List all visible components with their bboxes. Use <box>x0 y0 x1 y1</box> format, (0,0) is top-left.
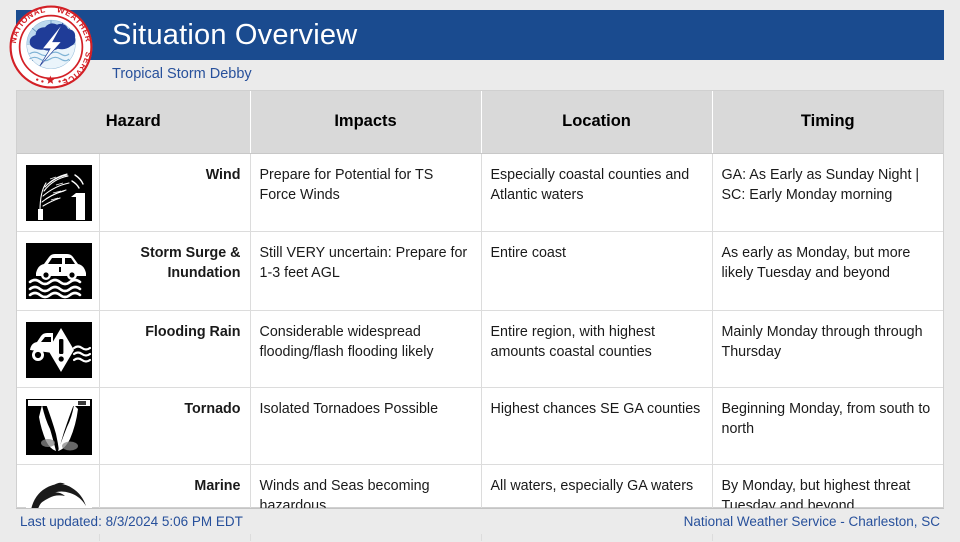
impacts-cell: Considerable widespread flooding/flash f… <box>250 310 482 388</box>
table-row: Storm Surge & Inundation Still VERY unce… <box>17 231 943 311</box>
wind-blown-tree-icon <box>26 164 92 221</box>
hazard-icon-cell <box>17 231 100 311</box>
hazard-label: Flooding Rain <box>99 310 251 388</box>
hazard-icon-cell <box>17 310 100 388</box>
timing-cell: GA: As Early as Sunday Night | SC: Early… <box>712 153 943 232</box>
hazard-icon-cell <box>17 153 100 232</box>
impacts-cell: Prepare for Potential for TS Force Winds <box>250 153 482 232</box>
header-bar: Situation Overview <box>16 10 944 60</box>
table-body: Wind Prepare for Potential for TS Force … <box>17 153 943 541</box>
impacts-cell: Still VERY uncertain: Prepare for 1-3 fe… <box>250 231 482 311</box>
column-header-location: Location <box>481 91 713 154</box>
column-header-timing: Timing <box>712 91 943 154</box>
storm-name-subtitle: Tropical Storm Debby <box>112 66 252 82</box>
hazard-label: Wind <box>99 153 251 232</box>
hazard-icon-cell <box>17 387 100 465</box>
page-title: Situation Overview <box>112 18 358 51</box>
location-cell: Especially coastal counties and Atlantic… <box>481 153 713 232</box>
footer-bar: Last updated: 8/3/2024 5:06 PM EDT Natio… <box>16 508 944 534</box>
column-header-hazard: Hazard <box>17 91 251 154</box>
column-header-impacts: Impacts <box>250 91 482 154</box>
nws-logo-icon: NATIONAL WEATHER SERVICE <box>8 4 94 90</box>
last-updated-text: Last updated: 8/3/2024 5:06 PM EDT <box>20 514 243 529</box>
impacts-cell: Isolated Tornadoes Possible <box>250 387 482 465</box>
hazards-table: Hazard Impacts Location Timing Wind Prep… <box>17 91 943 541</box>
table-row: Wind Prepare for Potential for TS Force … <box>17 153 943 232</box>
timing-cell: Mainly Monday through through Thursday <box>712 310 943 388</box>
situation-overview-page: Situation Overview Tropical Storm Debby <box>0 0 960 542</box>
tornado-funnel-icon <box>26 398 92 455</box>
car-in-floodwater-icon <box>26 242 92 299</box>
subtitle-bar: Tropical Storm Debby <box>16 60 944 88</box>
issuing-office-text: National Weather Service - Charleston, S… <box>683 514 940 529</box>
location-cell: Entire coast <box>481 231 713 311</box>
location-cell: Entire region, with highest amounts coas… <box>481 310 713 388</box>
hazards-table-container: Hazard Impacts Location Timing Wind Prep… <box>16 90 944 541</box>
table-header: Hazard Impacts Location Timing <box>17 91 943 154</box>
timing-cell: Beginning Monday, from south to north <box>712 387 943 465</box>
location-cell: Highest chances SE GA counties <box>481 387 713 465</box>
timing-cell: As early as Monday, but more likely Tues… <box>712 231 943 311</box>
flooded-road-warning-icon <box>26 321 92 378</box>
table-row: Flooding Rain Considerable widespread fl… <box>17 310 943 388</box>
table-row: Tornado Isolated Tornadoes Possible High… <box>17 387 943 465</box>
hazard-label: Storm Surge & Inundation <box>99 231 251 311</box>
hazard-label: Tornado <box>99 387 251 465</box>
